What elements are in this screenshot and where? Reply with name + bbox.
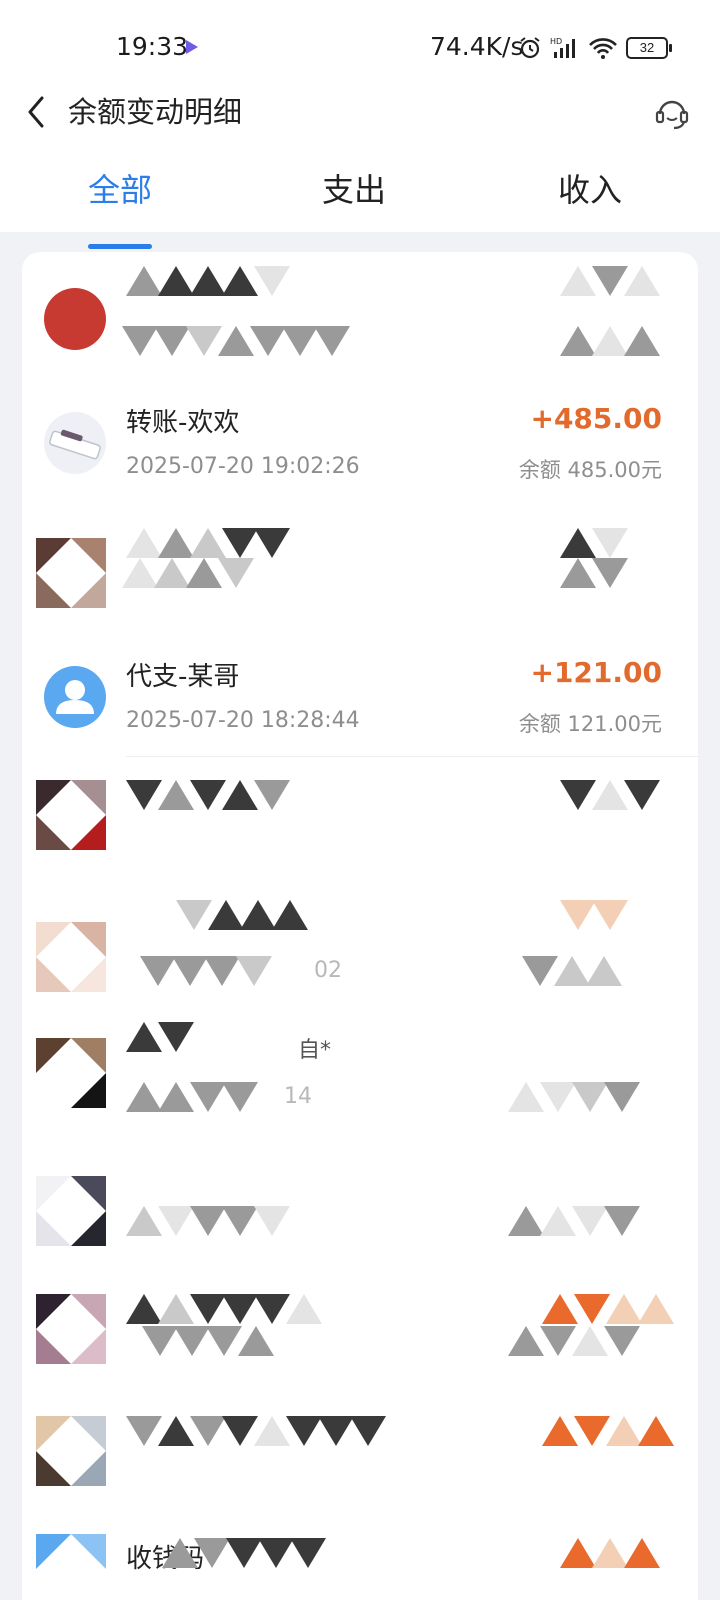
obscured-name bbox=[126, 1022, 194, 1056]
tab-income[interactable]: 收入 bbox=[520, 162, 660, 218]
obscured-balance bbox=[560, 558, 628, 592]
header: 余额变动明细 全部 支出 收入 bbox=[0, 92, 720, 249]
obscured-name bbox=[126, 780, 290, 814]
transaction-name: 代支-某哥 bbox=[126, 662, 240, 692]
page-title: 余额变动明细 bbox=[68, 95, 243, 129]
balance-detail-screen: 19:33 74.4K/s HD 32 余额变动明细 全部 支出 收入 转账-欢… bbox=[0, 0, 720, 1600]
obscured-name bbox=[162, 1538, 326, 1572]
obscured-time bbox=[126, 1206, 290, 1240]
transaction-amount: +121.00 bbox=[530, 656, 662, 689]
avatar bbox=[36, 922, 106, 992]
play-icon bbox=[186, 40, 198, 54]
list-item[interactable]: 02 bbox=[22, 892, 698, 1020]
list-item[interactable] bbox=[22, 1402, 698, 1530]
obscured-amount bbox=[560, 1538, 660, 1572]
alarm-icon bbox=[520, 37, 540, 59]
obscured-name bbox=[126, 528, 290, 562]
list-item[interactable] bbox=[22, 514, 698, 642]
transaction-time: 2025-07-20 19:02:26 bbox=[126, 454, 360, 479]
status-time: 19:33 bbox=[116, 32, 189, 61]
avatar bbox=[36, 1416, 106, 1486]
tab-all[interactable]: 全部 bbox=[50, 162, 190, 218]
obscured-name bbox=[126, 1416, 386, 1450]
tab-bar: 全部 支出 收入 bbox=[0, 162, 720, 228]
obscured-time-fragment-2: 14 bbox=[284, 1084, 312, 1109]
status-icons: HD 32 bbox=[518, 34, 672, 62]
obscured-time bbox=[126, 1082, 258, 1116]
hd-signal-icon: HD bbox=[550, 37, 575, 58]
avatar bbox=[36, 1176, 106, 1246]
avatar bbox=[36, 1038, 106, 1108]
obscured-name bbox=[176, 900, 308, 934]
tab-expense[interactable]: 支出 bbox=[284, 162, 424, 218]
avatar bbox=[44, 288, 106, 350]
net-speed: 74.4K/s bbox=[430, 32, 524, 61]
transaction-amount: +485.00 bbox=[530, 402, 662, 435]
obscured-time bbox=[142, 1326, 274, 1360]
transaction-balance: 余额 121.00元 bbox=[518, 712, 662, 736]
list-item[interactable] bbox=[22, 1286, 698, 1414]
battery-icon: 32 bbox=[626, 37, 672, 59]
obscured-amount bbox=[560, 266, 660, 300]
obscured-balance bbox=[508, 1082, 640, 1116]
obscured-time bbox=[122, 326, 350, 360]
obscured-amount bbox=[542, 1416, 674, 1450]
list-item[interactable]: 转账-欢欢 2025-07-20 19:02:26 +485.00 余额 485… bbox=[22, 382, 698, 510]
avatar bbox=[36, 780, 106, 850]
obscured-name bbox=[126, 266, 290, 300]
list-item[interactable]: 自* 14 bbox=[22, 1018, 698, 1146]
headset-icon[interactable] bbox=[652, 92, 692, 132]
divider bbox=[126, 756, 698, 757]
tab-indicator bbox=[88, 244, 152, 249]
list-item[interactable] bbox=[22, 262, 698, 390]
avatar bbox=[36, 1294, 106, 1364]
obscured-amount bbox=[560, 900, 628, 934]
transaction-time: 2025-07-20 18:28:44 bbox=[126, 708, 360, 733]
list-item[interactable] bbox=[22, 1162, 698, 1290]
avatar bbox=[44, 412, 106, 474]
obscured-amount bbox=[542, 1294, 674, 1328]
list-item[interactable]: 收钱码 bbox=[22, 1526, 698, 1600]
obscured-time-fragment: 02 bbox=[314, 958, 342, 983]
wifi-icon bbox=[589, 38, 617, 59]
transaction-list: 转账-欢欢 2025-07-20 19:02:26 +485.00 余额 485… bbox=[22, 252, 698, 1600]
obscured-amount bbox=[560, 780, 660, 814]
transaction-name: 转账-欢欢 bbox=[126, 408, 240, 438]
obscured-balance bbox=[560, 326, 660, 360]
obscured-balance bbox=[508, 1326, 640, 1360]
status-bar: 19:33 74.4K/s HD 32 bbox=[0, 0, 720, 92]
list-item[interactable] bbox=[22, 766, 698, 894]
obscured-name-fragment: 自* bbox=[298, 1038, 332, 1063]
default-user-icon bbox=[56, 680, 94, 714]
obscured-time bbox=[122, 558, 254, 592]
obscured-time bbox=[140, 956, 272, 990]
obscured-balance bbox=[522, 956, 622, 990]
list-item[interactable]: 代支-某哥 2025-07-20 18:28:44 +121.00 余额 121… bbox=[22, 638, 698, 766]
transaction-balance: 余额 485.00元 bbox=[518, 458, 662, 482]
obscured-balance bbox=[508, 1206, 640, 1240]
keyboard-photo-icon bbox=[49, 429, 101, 460]
obscured-amount bbox=[560, 528, 628, 562]
obscured-name bbox=[126, 1294, 322, 1328]
avatar bbox=[36, 538, 106, 608]
svg-text:HD: HD bbox=[550, 37, 562, 46]
avatar bbox=[36, 1534, 106, 1600]
avatar bbox=[44, 666, 106, 728]
back-chevron-icon[interactable] bbox=[18, 92, 58, 132]
